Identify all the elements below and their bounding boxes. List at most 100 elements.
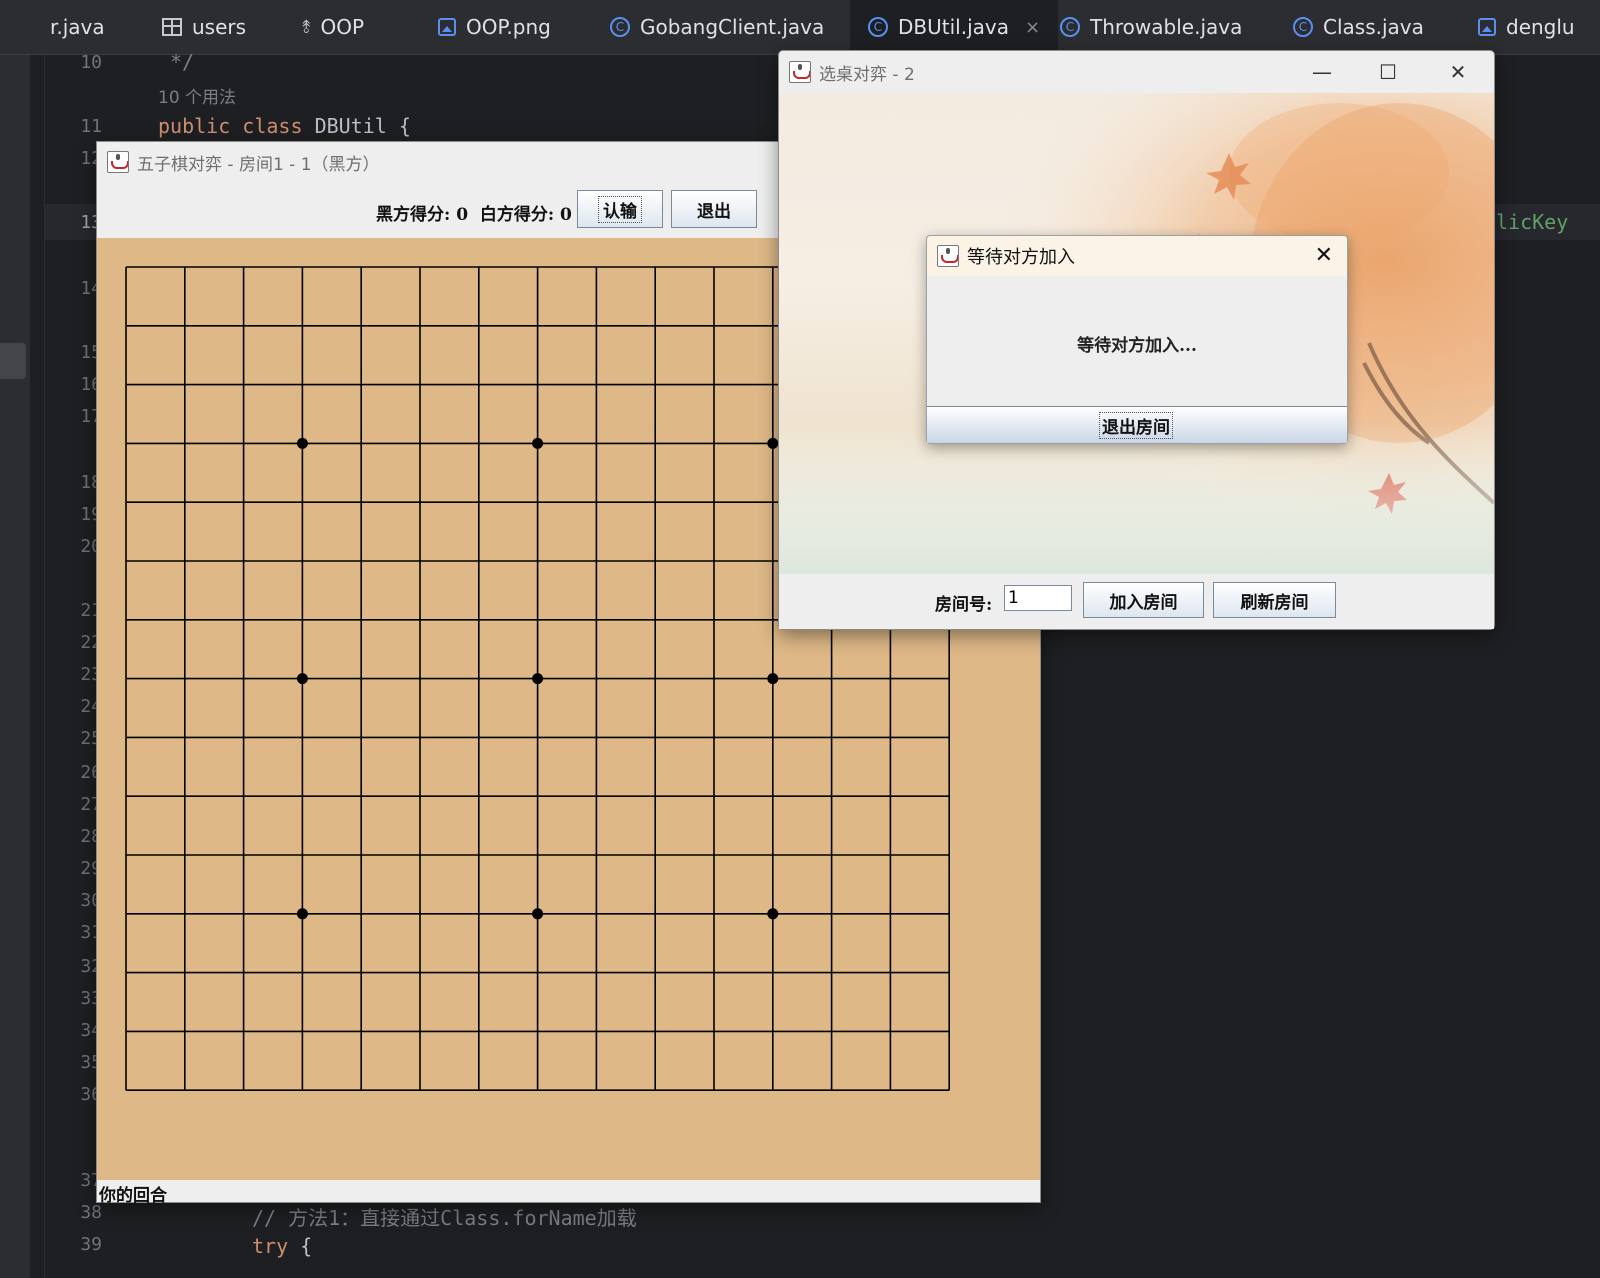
line-number: 27: [80, 794, 102, 815]
line-number: 16: [80, 374, 102, 395]
line-number: 17: [80, 406, 102, 427]
line-number: 33: [80, 988, 102, 1009]
star-point: [767, 437, 779, 449]
tool-window-strip: [0, 55, 30, 1278]
tab-label: GobangClient.java: [640, 15, 825, 39]
class-icon: C: [1293, 17, 1313, 37]
editor-tab-bar: r.java users ⥉ OOP OOP.png C GobangClien…: [0, 0, 1600, 55]
usages-hint[interactable]: 10 个用法: [158, 83, 236, 108]
line-number: 30: [80, 890, 102, 911]
tab-label: users: [192, 15, 247, 39]
code-try: try {: [252, 1234, 312, 1258]
line-number: 14: [80, 278, 102, 299]
tab-users[interactable]: users: [162, 0, 246, 54]
leave-room-button-label: 退出房间: [1099, 412, 1173, 439]
tab-oop[interactable]: ⥉ OOP: [302, 0, 364, 54]
line-number: 28: [80, 826, 102, 847]
star-point: [296, 673, 308, 685]
line-number: 20: [80, 536, 102, 557]
image-file-icon: [438, 18, 456, 36]
tab-label: Throwable.java: [1090, 15, 1243, 39]
code-fragment: licKey: [1496, 210, 1569, 234]
line-number: 34: [80, 1020, 102, 1041]
table-icon: [162, 18, 182, 36]
refresh-room-button[interactable]: 刷新房间: [1213, 582, 1336, 618]
line-number: 24: [80, 696, 102, 717]
minimize-icon: —: [1312, 60, 1332, 84]
tab-oop-png[interactable]: OOP.png: [438, 0, 551, 54]
close-icon[interactable]: ✕: [1315, 243, 1333, 268]
line-number: 29: [80, 858, 102, 879]
close-tab-icon[interactable]: ×: [1025, 17, 1040, 38]
maximize-button[interactable]: ☐: [1355, 51, 1421, 93]
java-app-icon: [789, 61, 811, 83]
dialog-titlebar[interactable]: 等待对方加入 ✕: [927, 236, 1347, 276]
room-number-input[interactable]: [1004, 585, 1072, 611]
minimize-button[interactable]: —: [1289, 51, 1355, 93]
line-number: 22: [80, 632, 102, 653]
line-number: 39: [80, 1234, 102, 1255]
surrender-button[interactable]: 认输: [577, 190, 663, 228]
tab-dbutil[interactable]: C DBUtil.java ×: [850, 0, 1059, 54]
line-number: 21: [80, 600, 102, 621]
line-number: 12: [80, 148, 102, 169]
keyword-public: public: [158, 114, 231, 138]
line-number: 26: [80, 762, 102, 783]
tab-label: Class.java: [1323, 15, 1424, 39]
foliage-cluster: [1229, 103, 1449, 243]
star-point: [767, 673, 779, 685]
mist-layer: [779, 423, 1494, 574]
tab-label: OOP.png: [466, 15, 551, 39]
line-number: 37: [80, 1170, 102, 1191]
surrender-button-label: 认输: [598, 195, 642, 223]
waiting-message: 等待对方加入...: [1077, 336, 1197, 356]
line-number: 36: [80, 1084, 102, 1105]
line-number: 32: [80, 956, 102, 977]
tool-window-selected[interactable]: [0, 343, 26, 379]
tab-label: r.java: [50, 15, 105, 39]
line-number: 19: [80, 504, 102, 525]
room-controls: 房间号: 加入房间 刷新房间: [779, 574, 1494, 629]
line-number: 23: [80, 664, 102, 685]
waiting-dialog: 等待对方加入 ✕ 等待对方加入... 退出房间: [926, 235, 1348, 444]
keyword-try: try: [252, 1234, 289, 1258]
dialog-title: 等待对方加入: [967, 247, 1075, 268]
java-app-icon: [937, 245, 959, 267]
uml-diagram-icon: ⥉: [302, 16, 311, 38]
code-class-declaration: public class DBUtil {: [158, 114, 411, 138]
class-icon: C: [868, 17, 888, 37]
line-number: 15: [80, 342, 102, 363]
tab-r-java[interactable]: r.java: [50, 0, 105, 54]
code-comment: // 方法1：直接通过Class.forName加载: [252, 1206, 637, 1230]
tab-label: denglu: [1506, 15, 1575, 39]
tab-denglu[interactable]: denglu: [1478, 0, 1575, 54]
line-number: 31: [80, 922, 102, 943]
line-number: 11: [80, 116, 102, 137]
star-point: [296, 908, 308, 920]
tab-throwable[interactable]: C Throwable.java: [1060, 0, 1242, 54]
star-point: [767, 908, 779, 920]
close-icon: ✕: [1449, 60, 1467, 84]
turn-status: 你的回合: [99, 1186, 167, 1206]
line-number: 35: [80, 1052, 102, 1073]
line-number: 13: [80, 212, 102, 233]
score-label: 黑方得分: 0 白方得分: 0: [376, 205, 572, 225]
exit-button[interactable]: 退出: [671, 190, 757, 228]
tab-class[interactable]: C Class.java: [1293, 0, 1424, 54]
class-name: DBUtil {: [314, 114, 411, 138]
line-number: 25: [80, 728, 102, 749]
close-button[interactable]: ✕: [1425, 51, 1491, 93]
brace: {: [300, 1234, 313, 1258]
room-number-label: 房间号:: [935, 595, 993, 615]
tab-gobangclient[interactable]: C GobangClient.java: [610, 0, 824, 54]
class-icon: C: [1060, 17, 1080, 37]
code-comment-end: */: [170, 50, 195, 74]
tab-label: OOP: [320, 15, 365, 39]
class-icon: C: [610, 17, 630, 37]
join-room-button[interactable]: 加入房间: [1083, 582, 1204, 618]
star-point: [532, 908, 544, 920]
leave-room-button[interactable]: 退出房间: [927, 406, 1347, 443]
room-window-title: 选桌对弈 - 2: [819, 64, 915, 85]
tab-label: DBUtil.java: [898, 15, 1009, 39]
maximize-icon: ☐: [1379, 60, 1397, 84]
